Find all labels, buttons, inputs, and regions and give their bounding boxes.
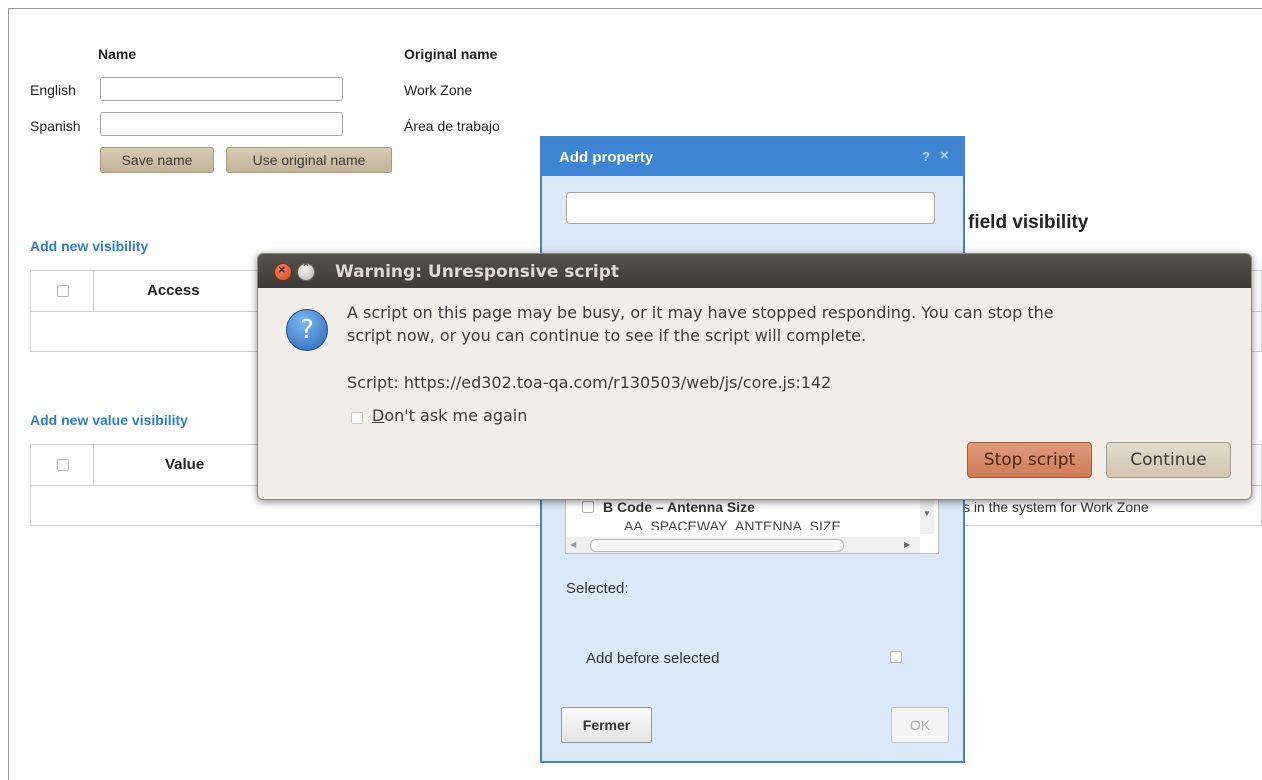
close-window-icon[interactable]: × [274,262,292,281]
scroll-left-icon: ◀ [570,540,577,549]
add-new-visibility-link[interactable]: Add new visibility [30,238,148,254]
property-checkbox[interactable] [582,501,594,513]
select-all-cell [31,271,94,311]
spanish-original-name: Área de trabajo [404,118,500,134]
dont-ask-checkbox[interactable] [351,412,363,424]
spanish-name-input[interactable] [100,112,343,136]
script-url: Script: https://ed302.toa-qa.com/r130503… [347,373,832,392]
add-before-selected-label: Add before selected [586,650,720,667]
add-before-selected-checkbox[interactable] [890,651,902,663]
name-column-header: Name [98,46,137,62]
english-name-input[interactable] [100,77,343,101]
english-label: English [30,82,76,98]
empty-table-message: s in the system for Work Zone [963,499,1149,515]
select-all-checkbox[interactable] [57,285,69,297]
spanish-label: Spanish [30,118,81,134]
original-name-column-header: Original name [404,46,498,62]
question-icon: ? [286,309,328,351]
dialog-title: Add property [559,149,654,166]
scrollbar-thumb[interactable] [590,539,844,552]
property-code: AA_SPACEWAY_ANTENNA_SIZE [624,518,841,530]
stop-script-button[interactable]: Stop script [967,442,1092,478]
warning-message-line1: A script on this page may be busy, or it… [347,303,1054,322]
add-new-value-visibility-link[interactable]: Add new value visibility [30,412,188,428]
ok-button[interactable]: OK [891,707,949,743]
select-all-checkbox[interactable] [57,459,69,471]
property-label: B Code – Antenna Size [603,499,755,515]
help-icon[interactable]: ? [922,149,930,164]
scroll-right-icon: ▶ [904,540,911,549]
property-search-input[interactable] [566,192,935,224]
dont-ask-label[interactable]: Don't ask me again [372,404,527,427]
continue-button[interactable]: Continue [1106,442,1231,478]
close-icon[interactable]: × [940,147,949,164]
warning-message-line2: script now, or you can continue to see i… [347,326,867,345]
save-name-button[interactable]: Save name [100,147,214,173]
vertical-scrollbar[interactable]: ▼ [920,496,934,534]
selected-label: Selected: [566,580,629,597]
value-column-header: Value [165,456,205,473]
horizontal-scrollbar[interactable]: ◀ ▶ [566,537,920,553]
warning-title: Warning: Unresponsive script [335,262,619,282]
select-all-cell [31,445,94,485]
scroll-down-icon: ▼ [923,509,931,518]
field-visibility-heading: field visibility [968,212,1089,233]
access-column-header: Access [147,282,200,299]
fermer-button[interactable]: Fermer [561,707,652,743]
minimize-window-icon[interactable]: ⌃ [297,261,315,281]
unresponsive-script-dialog: × ⌃ Warning: Unresponsive script ? A scr… [257,253,1252,500]
dialog-titlebar: Add property ? × [542,138,963,176]
warning-titlebar: × ⌃ Warning: Unresponsive script [258,254,1251,288]
use-original-name-button[interactable]: Use original name [226,147,392,173]
english-original-name: Work Zone [404,82,473,98]
